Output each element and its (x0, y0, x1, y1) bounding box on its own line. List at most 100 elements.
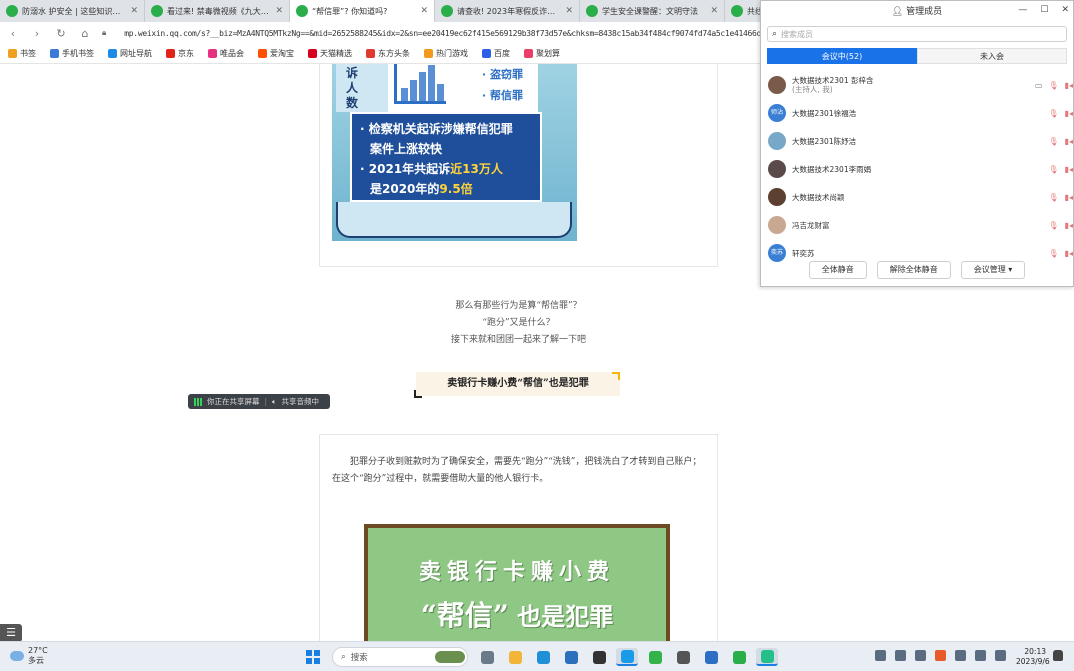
unmute-all-button[interactable]: 解除全体静音 (876, 261, 951, 279)
app-icon[interactable] (588, 648, 610, 666)
avatar (768, 216, 786, 234)
infographic-line: 案件上涨较快 (370, 142, 443, 156)
taskbar-search[interactable]: ⌕ 搜索 (332, 647, 468, 667)
member-name: 大数据技术2301李雨娟 (792, 164, 872, 174)
file-app-icon[interactable] (476, 648, 498, 666)
windows-start-icon[interactable] (306, 650, 320, 664)
green-app-icon[interactable] (644, 648, 666, 666)
mic-muted-icon[interactable]: 🎙︎ (1048, 137, 1058, 146)
volume-icon[interactable] (975, 650, 986, 661)
battery-icon[interactable] (995, 650, 1006, 661)
bookmark-item[interactable]: 手机书签 (50, 48, 94, 59)
member-actions: 🎙︎ ▮◂ (1048, 221, 1073, 230)
browser-tab[interactable]: 学生安全课警醒：文明守法 ✕ (580, 0, 725, 22)
browser-tab-active[interactable]: “帮信罪”? 你知道吗? ✕ (290, 0, 435, 22)
refresh-icon[interactable]: ↻ (54, 27, 68, 40)
video-off-icon[interactable]: ▮◂ (1065, 193, 1073, 202)
infographic-image: 诉 人 数 · 盗窃罪 · 帮信罪 · 检察机关起诉涉嫌帮信犯罪 案件上涨较快 … (332, 64, 577, 241)
mic-muted-icon[interactable]: 🎙︎ (1048, 193, 1058, 202)
screen-share-bar[interactable]: 你正在共享屏幕 | 🔈︎ 共享音频中 (188, 394, 330, 409)
home-icon[interactable]: ⌂ (78, 27, 92, 40)
bookmark-item[interactable]: 天猫精选 (308, 48, 352, 59)
bookmark-item[interactable]: 聚划算 (524, 48, 560, 59)
store-icon[interactable] (560, 648, 582, 666)
taskbar-apps (476, 648, 778, 666)
bookmark-item[interactable]: 唯品会 (208, 48, 244, 59)
bookmark-item[interactable]: 书签 (8, 48, 36, 59)
separator: | (264, 397, 268, 406)
bookmark-item[interactable]: 爱淘宝 (258, 48, 294, 59)
infographic-bar (419, 72, 426, 101)
mic-muted-icon[interactable]: 🎙︎ (1048, 81, 1058, 90)
tray-app-icon[interactable] (935, 650, 946, 661)
back-icon[interactable]: ‹ (6, 27, 20, 40)
tray-app-icon[interactable] (875, 650, 886, 661)
taskbar-clock[interactable]: 20:13 2023/9/6 (1016, 647, 1050, 667)
video-off-icon[interactable]: ▮◂ (1065, 137, 1073, 146)
member-row[interactable]: 师沾 大数据2301徐福浩 🎙︎ ▮◂ (761, 99, 1073, 127)
member-row[interactable]: 大数据2301陈妤洁 🎙︎ ▮◂ (761, 127, 1073, 155)
close-icon[interactable]: ✕ (130, 6, 138, 16)
wechat-icon[interactable] (728, 648, 750, 666)
close-icon[interactable]: ✕ (565, 6, 573, 16)
microphone-icon[interactable] (895, 650, 906, 661)
folder-icon[interactable] (504, 648, 526, 666)
bookmark-item[interactable]: 京东 (166, 48, 194, 59)
camera-icon[interactable] (672, 648, 694, 666)
browser-tab[interactable]: 请查收! 2023年寒假反诈中心 ✕ (435, 0, 580, 22)
avatar: 奕苏 (768, 244, 786, 262)
network-icon[interactable] (955, 650, 966, 661)
list-icon[interactable]: ☰ (0, 624, 22, 642)
member-row[interactable]: 大数据技术2301 彭梓含 (主持人, 我) ▭ 🎙︎ ▮◂ (761, 71, 1073, 99)
video-off-icon[interactable]: ▮◂ (1065, 81, 1073, 90)
browser-tab[interactable]: 看过来! 禁毒微视频《九大学校 ✕ (145, 0, 290, 22)
bookmark-item[interactable]: 网址导航 (108, 48, 152, 59)
tab-not-joined[interactable]: 未入会 (917, 48, 1067, 64)
meeting-icon[interactable] (756, 648, 778, 666)
sharing-status: 你正在共享屏幕 (207, 397, 260, 406)
tray-app-icon[interactable] (915, 650, 926, 661)
mic-muted-icon[interactable]: 🎙︎ (1048, 221, 1058, 230)
jd-icon (166, 49, 175, 58)
member-row[interactable]: 冯吉龙财富 🎙︎ ▮◂ (761, 211, 1073, 239)
mic-muted-icon[interactable]: 🎙︎ (1048, 165, 1058, 174)
forward-icon[interactable]: › (30, 27, 44, 40)
bookmark-item[interactable]: 东方头条 (366, 48, 410, 59)
photo-icon[interactable] (700, 648, 722, 666)
mic-muted-icon[interactable]: 🎙︎ (1048, 249, 1058, 258)
video-off-icon[interactable]: ▮◂ (1065, 249, 1073, 258)
weather-text: 27°C 多云 (28, 646, 48, 665)
close-icon[interactable]: ✕ (275, 6, 283, 16)
weather-widget[interactable]: 27°C 多云 (10, 646, 48, 666)
board-title: 卖银行卡赚小费 (418, 559, 615, 585)
tab-in-meeting[interactable]: 会议中(52) (767, 48, 917, 64)
mute-all-button[interactable]: 全体静音 (808, 261, 867, 279)
member-row[interactable]: 大数据技术尚颖 🎙︎ ▮◂ (761, 183, 1073, 211)
browser-icon[interactable] (616, 648, 638, 666)
edge-icon[interactable] (532, 648, 554, 666)
camera-icon[interactable]: ▭ (1035, 81, 1043, 90)
video-off-icon[interactable]: ▮◂ (1065, 109, 1073, 118)
notification-icon[interactable] (1053, 650, 1063, 661)
video-off-icon[interactable]: ▮◂ (1065, 165, 1073, 174)
mic-muted-icon[interactable]: 🎙︎ (1048, 109, 1058, 118)
meeting-manage-button[interactable]: 会议管理 ▾ (960, 261, 1026, 279)
url-field[interactable]: mp.weixin.qq.com/s?__biz=MzA4NTQ5MTkzNg=… (124, 29, 770, 38)
member-row[interactable]: 大数据技术2301李雨娟 🎙︎ ▮◂ (761, 155, 1073, 183)
bookmark-item[interactable]: 热门游戏 (424, 48, 468, 59)
browser-icon-glyph (620, 649, 634, 663)
minimize-icon[interactable]: — (1018, 5, 1027, 15)
maximize-icon[interactable]: ☐ (1040, 5, 1048, 15)
member-search-input[interactable] (781, 29, 1052, 39)
meeting-icon-glyph (760, 649, 774, 663)
bookmark-item[interactable]: 百度 (482, 48, 510, 59)
title-corner-deco (414, 390, 422, 398)
video-off-icon[interactable]: ▮◂ (1065, 221, 1073, 230)
wechat-favicon-icon (151, 5, 163, 17)
close-icon[interactable]: ✕ (710, 6, 718, 16)
news-icon (366, 49, 375, 58)
speaker-icon: 🔈︎ (272, 396, 277, 406)
close-icon[interactable]: ✕ (1061, 5, 1069, 15)
close-icon[interactable]: ✕ (420, 6, 428, 16)
browser-tab[interactable]: 防溺水 护安全 | 这些知识我必须 ✕ (0, 0, 145, 22)
